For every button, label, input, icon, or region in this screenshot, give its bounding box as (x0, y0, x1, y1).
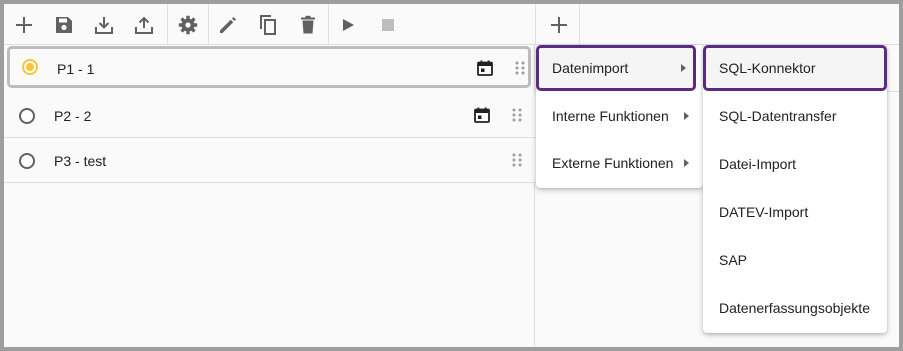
submenu-item-sql-konnektor[interactable]: SQL-Konnektor (703, 45, 887, 91)
radio-unselected[interactable] (19, 108, 35, 124)
upload-icon[interactable] (124, 4, 164, 45)
stop-icon (368, 4, 408, 45)
calendar-icon[interactable] (477, 60, 493, 76)
process-label: P3 - test (54, 153, 107, 169)
drag-handle-icon[interactable] (512, 153, 522, 167)
context-menu: Datenimport Interne Funktionen Externe F… (536, 45, 703, 188)
chevron-right-icon (681, 64, 686, 72)
toolbar-separator (579, 4, 580, 45)
menu-item-label: Externe Funktionen (552, 155, 674, 171)
trash-icon[interactable] (288, 4, 328, 45)
pencil-icon[interactable] (208, 4, 248, 45)
toolbar (4, 4, 899, 45)
menu-item-label: Datenimport (552, 60, 629, 76)
process-list: P1 - 1 P2 - 2 P3 - test (4, 45, 535, 347)
submenu-item-datenerfassungsobjekte[interactable]: Datenerfassungsobjekte (703, 285, 887, 331)
chevron-right-icon (684, 159, 689, 167)
add-icon[interactable] (539, 4, 579, 45)
menu-item-label: Datenerfassungsobjekte (719, 300, 870, 316)
process-row[interactable]: P1 - 1 (7, 46, 531, 88)
drag-handle-icon[interactable] (515, 61, 525, 75)
process-label: P2 - 2 (54, 108, 92, 124)
app-frame: P1 - 1 P2 - 2 P3 - test Datenimport Inte… (0, 0, 903, 351)
submenu-item-sap[interactable]: SAP (703, 237, 887, 283)
radio-unselected[interactable] (19, 153, 35, 169)
submenu-datenimport: SQL-Konnektor SQL-Datentransfer Datei-Im… (703, 45, 887, 333)
menu-item-interne-funktionen[interactable]: Interne Funktionen (536, 93, 703, 139)
download-icon[interactable] (84, 4, 124, 45)
play-icon[interactable] (328, 4, 368, 45)
menu-item-datenimport[interactable]: Datenimport (536, 45, 696, 91)
copy-icon[interactable] (248, 4, 288, 45)
add-icon[interactable] (4, 4, 44, 45)
process-label: P1 - 1 (57, 61, 95, 77)
chevron-right-icon (684, 112, 689, 120)
menu-item-label: DATEV-Import (719, 204, 809, 220)
menu-item-label: SAP (719, 252, 748, 268)
toolbar-separator (535, 4, 536, 45)
process-row[interactable]: P2 - 2 (4, 93, 535, 138)
menu-item-label: SQL-Konnektor (719, 60, 816, 76)
menu-item-label: Datei-Import (719, 156, 797, 172)
menu-item-externe-funktionen[interactable]: Externe Funktionen (536, 140, 703, 186)
gear-icon[interactable] (168, 4, 208, 45)
submenu-item-datev-import[interactable]: DATEV-Import (703, 189, 887, 235)
submenu-item-sql-datentransfer[interactable]: SQL-Datentransfer (703, 93, 887, 139)
submenu-item-datei-import[interactable]: Datei-Import (703, 141, 887, 187)
drag-handle-icon[interactable] (512, 108, 522, 122)
menu-item-label: Interne Funktionen (552, 108, 669, 124)
menu-item-label: SQL-Datentransfer (719, 108, 837, 124)
save-icon[interactable] (44, 4, 84, 45)
radio-selected[interactable] (22, 59, 38, 75)
process-row[interactable]: P3 - test (4, 138, 535, 183)
calendar-icon[interactable] (474, 107, 490, 123)
